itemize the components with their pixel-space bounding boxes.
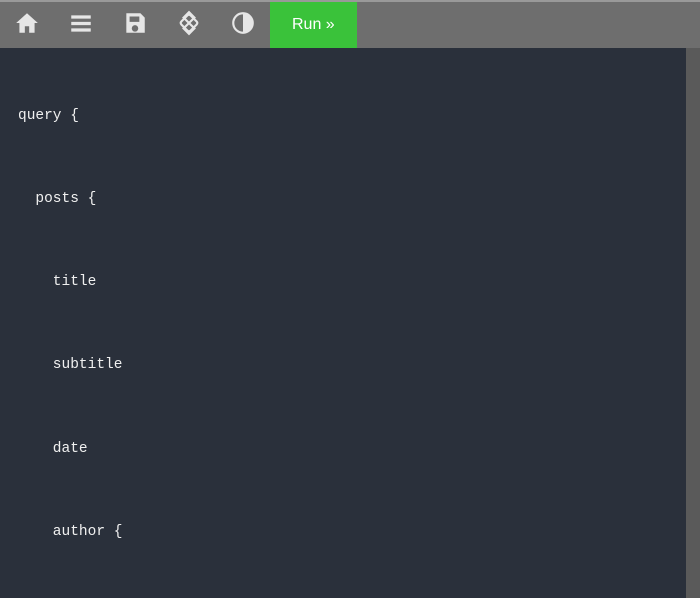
save-button[interactable] xyxy=(108,2,162,48)
run-button-label: Run » xyxy=(292,16,335,34)
contrast-icon xyxy=(230,10,256,41)
code-line: subtitle xyxy=(18,355,682,377)
vertical-scrollbar[interactable] xyxy=(686,48,700,598)
rotate-button[interactable] xyxy=(162,2,216,48)
rotate-icon xyxy=(176,10,202,41)
code-line: posts { xyxy=(18,189,682,211)
code-line: title xyxy=(18,272,682,294)
home-button[interactable] xyxy=(0,2,54,48)
home-icon xyxy=(14,10,40,41)
menu-button[interactable] xyxy=(54,2,108,48)
code-line: query { xyxy=(18,106,682,128)
toolbar: Run » xyxy=(0,0,700,48)
code-line: date xyxy=(18,439,682,461)
menu-icon xyxy=(68,10,94,41)
code-editor[interactable]: query { posts { title subtitle date auth… xyxy=(0,48,700,598)
contrast-button[interactable] xyxy=(216,2,270,48)
code-line: author { xyxy=(18,522,682,544)
save-icon xyxy=(122,10,148,41)
run-button[interactable]: Run » xyxy=(270,2,357,48)
